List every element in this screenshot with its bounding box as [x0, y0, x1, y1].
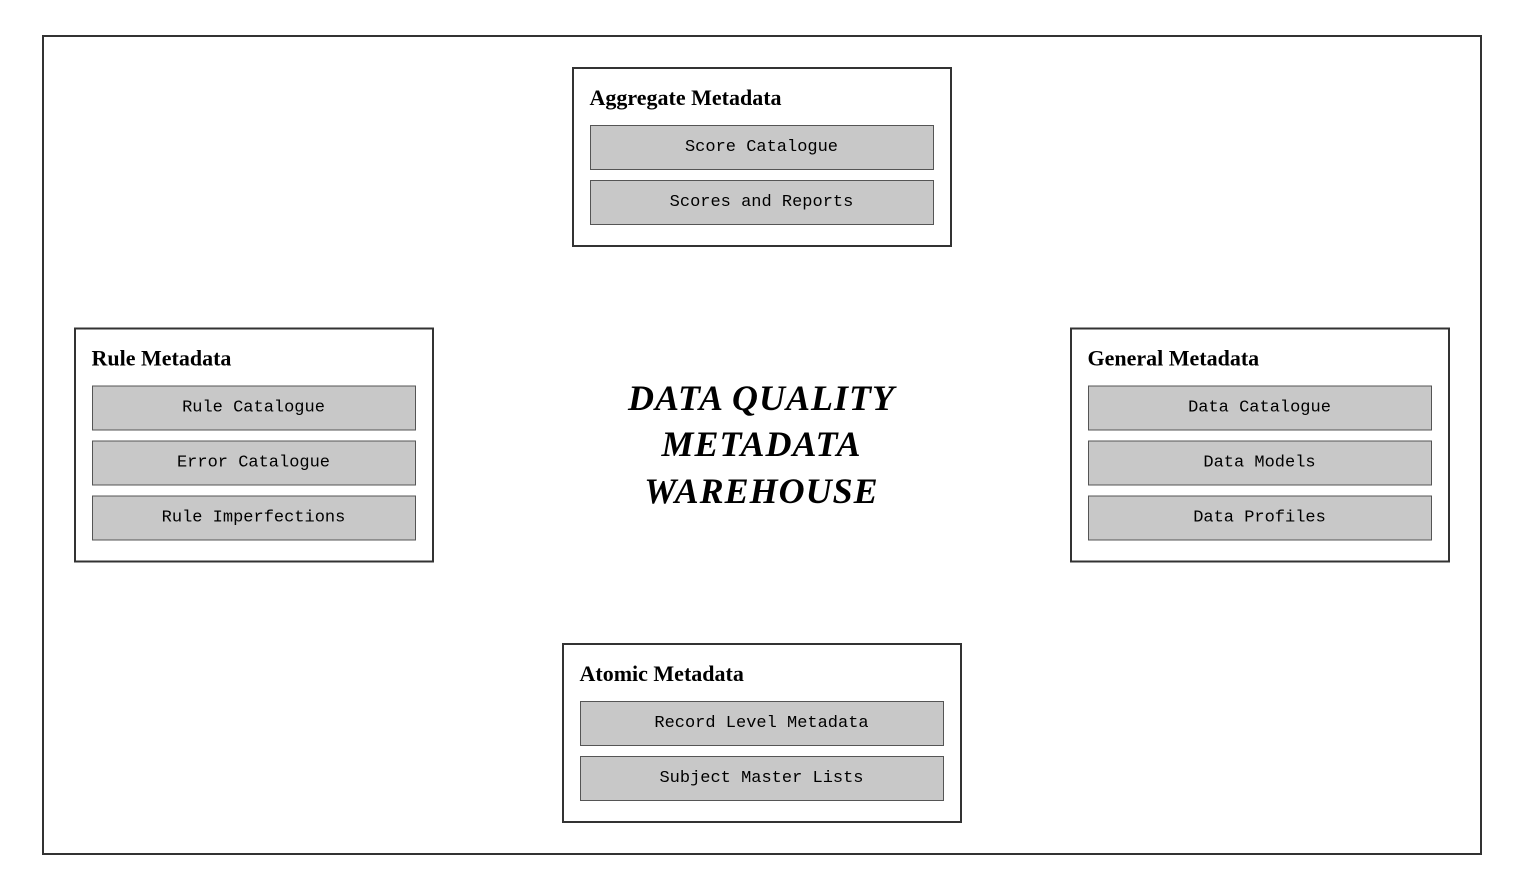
general-item-2: Data Profiles	[1088, 495, 1432, 540]
general-item-1: Data Models	[1088, 440, 1432, 485]
atomic-item-1: Subject Master Lists	[580, 756, 944, 801]
atomic-metadata-title: Atomic Metadata	[580, 661, 944, 687]
rule-item-1: Error Catalogue	[92, 440, 416, 485]
center-label: DATA QUALITYMETADATAWAREHOUSE	[628, 374, 895, 514]
general-item-0: Data Catalogue	[1088, 385, 1432, 430]
general-metadata-box: General Metadata Data Catalogue Data Mod…	[1070, 327, 1450, 562]
diagram-container: DATA QUALITYMETADATAWAREHOUSE Aggregate …	[44, 37, 1480, 853]
aggregate-item-1: Scores and Reports	[590, 180, 934, 225]
general-metadata-title: General Metadata	[1088, 345, 1432, 371]
rule-item-0: Rule Catalogue	[92, 385, 416, 430]
outer-border: DATA QUALITYMETADATAWAREHOUSE Aggregate …	[42, 35, 1482, 855]
aggregate-metadata-box: Aggregate Metadata Score Catalogue Score…	[572, 67, 952, 247]
atomic-item-0: Record Level Metadata	[580, 701, 944, 746]
aggregate-item-0: Score Catalogue	[590, 125, 934, 170]
aggregate-metadata-title: Aggregate Metadata	[590, 85, 934, 111]
atomic-metadata-box: Atomic Metadata Record Level Metadata Su…	[562, 643, 962, 823]
rule-metadata-title: Rule Metadata	[92, 345, 416, 371]
rule-metadata-box: Rule Metadata Rule Catalogue Error Catal…	[74, 327, 434, 562]
rule-item-2: Rule Imperfections	[92, 495, 416, 540]
